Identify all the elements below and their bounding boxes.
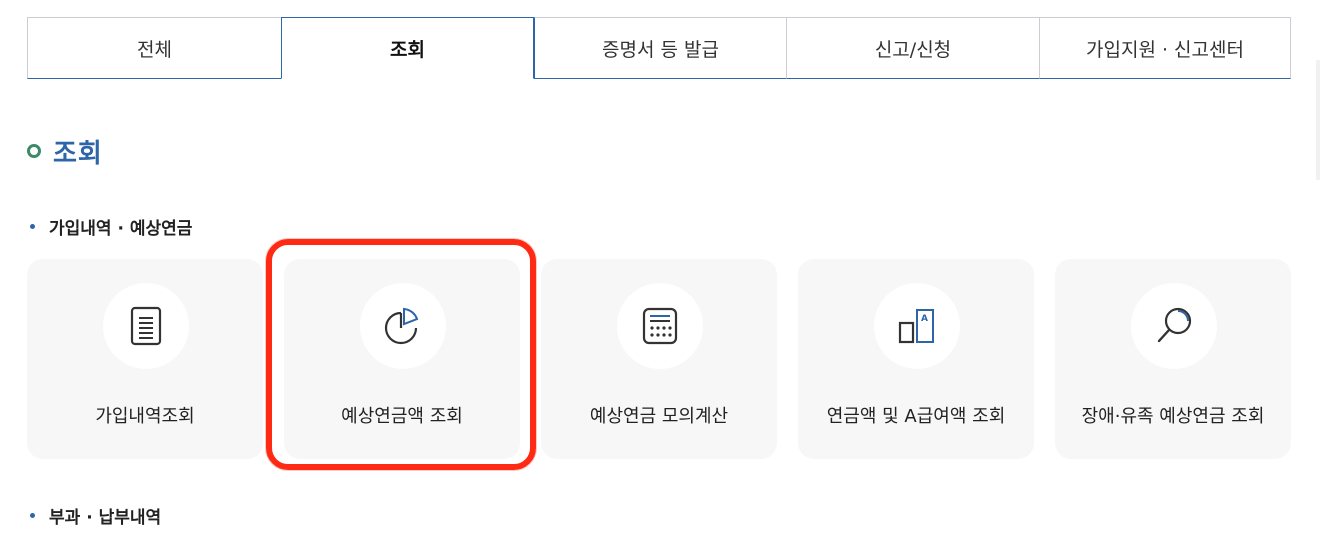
group-heading-text: 부과 · 납부내역 xyxy=(49,508,162,528)
section-title-text: 조회 xyxy=(53,138,103,169)
card-icon-circle xyxy=(360,283,446,369)
card-pension-simulation[interactable]: 예상연금 모의계산 xyxy=(541,259,777,459)
bullet-dot-icon xyxy=(30,513,35,518)
service-card-list: 가입내역조회 예상연금액 조회 예상연금 모의계산 A 연금액 및 A급여액 조… xyxy=(27,259,1291,459)
card-expected-pension[interactable]: 예상연금액 조회 xyxy=(284,259,520,459)
card-pension-a-benefit[interactable]: A 연금액 및 A급여액 조회 xyxy=(798,259,1034,459)
group-heading-text: 가입내역 · 예상연금 xyxy=(49,219,193,239)
card-icon-circle xyxy=(103,283,189,369)
category-tabs: 전체 조회 증명서 등 발급 신고/신청 가입지원 · 신고센터 xyxy=(27,17,1291,79)
bullet-dot-icon xyxy=(30,224,35,229)
card-icon-circle xyxy=(617,283,703,369)
scrollbar-track[interactable] xyxy=(1316,60,1320,180)
card-label: 예상연금액 조회 xyxy=(341,406,463,427)
document-icon xyxy=(130,306,162,346)
calculator-icon xyxy=(642,307,678,345)
tab-inquiry[interactable]: 조회 xyxy=(281,17,534,79)
magnifier-icon xyxy=(1157,307,1192,343)
pie-chart-icon xyxy=(384,307,419,345)
compare-a-icon: A xyxy=(898,309,934,344)
tab-report-apply[interactable]: 신고/신청 xyxy=(786,17,1039,79)
card-icon-circle xyxy=(1131,283,1217,369)
group-heading-billing: 부과 · 납부내역 xyxy=(30,503,161,528)
card-disability-survivor-pension[interactable]: 장애·유족 예상연금 조회 xyxy=(1055,259,1291,459)
card-icon-circle: A xyxy=(874,283,960,369)
card-label: 가입내역조회 xyxy=(95,406,195,427)
card-label: 예상연금 모의계산 xyxy=(589,406,729,427)
tab-certificates[interactable]: 증명서 등 발급 xyxy=(534,17,786,79)
tab-all[interactable]: 전체 xyxy=(27,17,281,79)
ring-bullet-icon xyxy=(27,144,41,158)
card-subscription-history[interactable]: 가입내역조회 xyxy=(27,259,263,459)
group-heading-subscription: 가입내역 · 예상연금 xyxy=(30,214,192,239)
card-label: 장애·유족 예상연금 조회 xyxy=(1081,406,1265,427)
svg-text:A: A xyxy=(921,314,928,324)
section-title: 조회 xyxy=(27,133,103,169)
page: 전체 조회 증명서 등 발급 신고/신청 가입지원 · 신고센터 조회 가입내역… xyxy=(0,0,1320,535)
card-label: 연금액 및 A급여액 조회 xyxy=(826,406,1006,427)
tab-support-center[interactable]: 가입지원 · 신고센터 xyxy=(1039,17,1291,79)
